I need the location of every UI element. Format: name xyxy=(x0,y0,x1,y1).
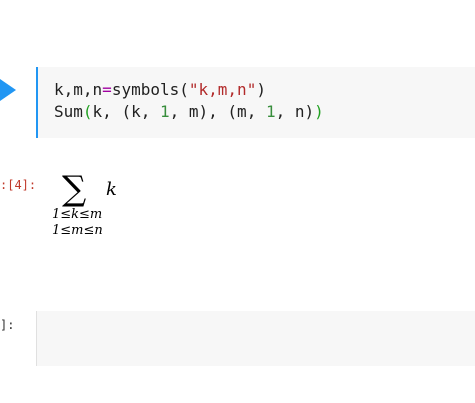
code-token: ) xyxy=(256,80,266,99)
code-token: 1 xyxy=(265,102,276,121)
code-line-2: Sum(k, (k, 1, m), (m, 1, n)) xyxy=(54,102,324,121)
code-editor[interactable]: k,m,n=symbols("k,m,n") Sum(k, (k, 1, m),… xyxy=(54,79,324,123)
code-token: , m), (m, xyxy=(169,102,266,121)
code-line-1: k,m,n=symbols("k,m,n") xyxy=(54,80,266,99)
summation-limit-2: 1≤m≤n xyxy=(52,223,103,238)
summation-symbol: ∑ xyxy=(62,169,87,209)
code-token: 1 xyxy=(159,102,170,121)
run-cell-indicator-icon[interactable] xyxy=(0,79,16,101)
code-token: "k,m,n" xyxy=(188,80,257,99)
code-token: k,m,n xyxy=(54,80,103,99)
code-token: = xyxy=(102,80,112,99)
code-token: , n) xyxy=(275,102,315,121)
code-token: k, (k, xyxy=(92,102,160,121)
output-prompt: :[4]: xyxy=(0,178,37,192)
code-token: ( xyxy=(82,102,93,121)
code-cell-input[interactable]: k,m,n=symbols("k,m,n") Sum(k, (k, 1, m),… xyxy=(36,67,475,138)
code-token: symbols xyxy=(111,80,180,99)
input-prompt: ]: xyxy=(0,318,15,332)
code-token: Sum xyxy=(54,102,83,121)
summation-argument: k xyxy=(106,179,117,200)
code-token: ( xyxy=(179,80,189,99)
summation-limit-1: 1≤k≤m xyxy=(52,207,103,222)
code-token: ) xyxy=(314,102,324,121)
empty-code-cell[interactable] xyxy=(36,311,475,366)
